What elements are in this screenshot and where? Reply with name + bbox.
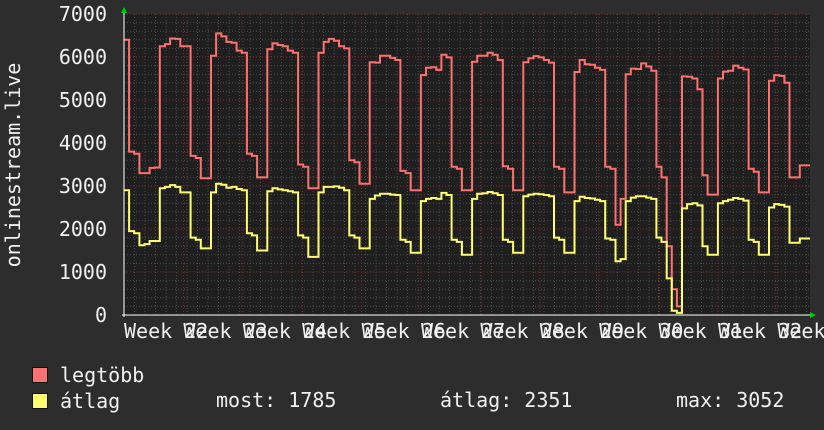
plot-area: [124, 14, 810, 315]
legend-label-atlag: átlag: [60, 389, 121, 413]
x-axis-arrow-icon: [810, 312, 816, 318]
x-tick-label: Week 33: [777, 319, 824, 343]
y-axis-arrow-icon: [121, 7, 127, 13]
stat-atlag: átlag: 2351: [440, 388, 573, 412]
y-tick-label: 6000: [59, 45, 107, 69]
y-ticks: 0 1000 2000 3000 4000 5000 6000 7000: [59, 2, 107, 327]
y-tick-label: 5000: [59, 88, 107, 112]
y-tick-label: 1000: [59, 260, 107, 284]
y-tick-label: 7000: [59, 2, 107, 26]
y-tick-label: 4000: [59, 131, 107, 155]
legend-swatch-atlag: [32, 393, 48, 409]
legend-swatch-legtobb: [32, 367, 48, 383]
stat-most: most: 1785: [216, 388, 337, 412]
y-tick-label: 3000: [59, 174, 107, 198]
legend-item-atlag: átlag: [32, 389, 121, 413]
y-axis-label: onlinestream.live: [1, 63, 25, 268]
legend-item-legtobb: legtöbb: [32, 363, 145, 387]
stat-max: max: 3052: [676, 388, 785, 412]
y-tick-label: 2000: [59, 217, 107, 241]
x-ticks: Week 22Week 23Week 24Week 25Week 26Week …: [124, 319, 824, 343]
legend-label-legtobb: legtöbb: [60, 363, 145, 387]
y-tick-label: 0: [95, 303, 107, 327]
